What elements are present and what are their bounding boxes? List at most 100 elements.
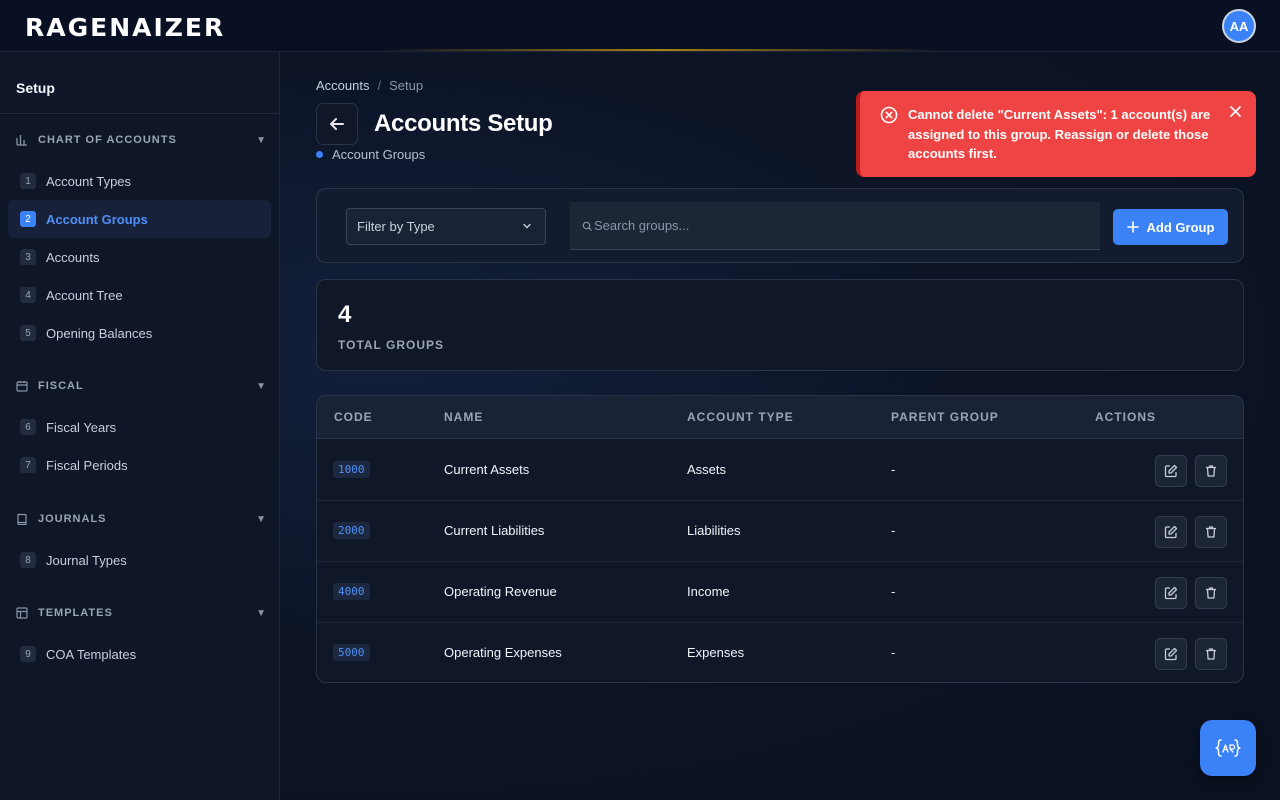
- row-parent-group: -: [891, 584, 896, 599]
- edit-button[interactable]: [1155, 577, 1187, 609]
- subtitle-label: Account Groups: [332, 147, 426, 162]
- trash-icon: [1206, 526, 1216, 538]
- edit-button[interactable]: [1155, 516, 1187, 548]
- row-name: Operating Expenses: [444, 645, 562, 660]
- page-title: Accounts Setup: [374, 110, 553, 137]
- error-toast: Cannot delete "Current Assets": 1 accoun…: [856, 91, 1256, 177]
- table-row[interactable]: 5000 Operating Expenses Expenses -: [317, 623, 1243, 682]
- section-templates[interactable]: TEMPLATES ▼: [16, 604, 266, 622]
- delete-button[interactable]: [1195, 577, 1227, 609]
- row-parent-group: -: [891, 645, 896, 660]
- toast-message: Cannot delete "Current Assets": 1 accoun…: [908, 107, 1211, 161]
- nav-number: 2: [20, 211, 36, 227]
- column-header-account-type[interactable]: ACCOUNT TYPE: [687, 410, 794, 424]
- breadcrumb-item-accounts[interactable]: Accounts: [316, 78, 369, 93]
- nav-number: 3: [20, 249, 36, 265]
- nav-label: Account Groups: [46, 211, 148, 227]
- trash-icon: [1206, 648, 1216, 660]
- header-glow: [380, 49, 940, 51]
- column-header-parent-group[interactable]: PARENT GROUP: [891, 410, 999, 424]
- chevron-down-icon[interactable]: ▼: [256, 135, 266, 146]
- sidebar-item-fiscal-years[interactable]: 6 Fiscal Years: [8, 408, 271, 446]
- filter-select-label: Filter by Type: [357, 219, 435, 234]
- sidebar-item-coa-templates[interactable]: 9 COA Templates: [8, 635, 271, 673]
- sidebar-item-account-types[interactable]: 1 Account Types: [8, 162, 271, 200]
- chevron-down-icon[interactable]: ▼: [256, 514, 266, 525]
- plus-icon: [1126, 221, 1139, 233]
- table-icon: [16, 607, 28, 619]
- app-logo[interactable]: RAGENAIZER: [25, 13, 225, 42]
- ai-assistant-button[interactable]: [1200, 720, 1256, 776]
- total-groups-card: 4 TOTAL GROUPS: [316, 279, 1244, 371]
- column-header-actions: ACTIONS: [1095, 410, 1156, 424]
- total-groups-label: TOTAL GROUPS: [338, 338, 445, 352]
- status-dot: [316, 151, 323, 158]
- edit-button[interactable]: [1155, 638, 1187, 670]
- sidebar-item-account-groups[interactable]: 2 Account Groups: [8, 200, 271, 238]
- chevron-down-icon[interactable]: ▼: [256, 608, 266, 619]
- delete-button[interactable]: [1195, 638, 1227, 670]
- sidebar-item-journal-types[interactable]: 8 Journal Types: [8, 541, 271, 579]
- calendar-icon: [16, 380, 28, 392]
- code-badge: 2000: [333, 522, 370, 539]
- top-bar: RAGENAIZER AA: [0, 0, 1280, 52]
- table-row[interactable]: 2000 Current Liabilities Liabilities -: [317, 501, 1243, 562]
- nav-label: Journal Types: [46, 552, 127, 568]
- nav-number: 7: [20, 457, 36, 473]
- search-input[interactable]: Search groups...: [570, 202, 1100, 250]
- nav-label: Accounts: [46, 249, 100, 265]
- delete-button[interactable]: [1195, 455, 1227, 487]
- sidebar-item-accounts[interactable]: 3 Accounts: [8, 238, 271, 276]
- section-chart-of-accounts[interactable]: CHART OF ACCOUNTS ▼: [16, 131, 266, 149]
- error-circle-icon: [880, 106, 898, 124]
- chevron-down-icon[interactable]: ▼: [256, 381, 266, 392]
- section-fiscal[interactable]: FISCAL ▼: [16, 377, 266, 395]
- close-icon[interactable]: [1230, 106, 1241, 117]
- sidebar-item-account-tree[interactable]: 4 Account Tree: [8, 276, 271, 314]
- nav-label: Fiscal Years: [46, 419, 117, 435]
- column-header-code[interactable]: CODE: [334, 410, 373, 424]
- section-journals[interactable]: JOURNALS ▼: [16, 510, 266, 528]
- table-row[interactable]: 1000 Current Assets Assets -: [317, 440, 1243, 501]
- page-subtitle: Account Groups: [316, 147, 425, 162]
- nav-label: Account Types: [46, 173, 132, 189]
- user-avatar[interactable]: AA: [1222, 9, 1256, 43]
- section-label: JOURNALS: [38, 513, 107, 525]
- back-button[interactable]: [316, 103, 358, 145]
- add-group-button[interactable]: Add Group: [1113, 209, 1228, 245]
- nav-label: Account Tree: [46, 287, 123, 303]
- account-groups-table: CODE NAME ACCOUNT TYPE PARENT GROUP ACTI…: [316, 395, 1244, 683]
- sidebar-title: Setup: [16, 80, 55, 96]
- edit-icon: [1164, 464, 1178, 478]
- table-header: CODE NAME ACCOUNT TYPE PARENT GROUP ACTI…: [317, 396, 1243, 439]
- row-account-type: Assets: [687, 462, 727, 477]
- bar-chart-icon: [16, 134, 28, 146]
- sidebar-divider: [0, 113, 279, 114]
- row-parent-group: -: [891, 462, 896, 477]
- trash-icon: [1206, 587, 1216, 599]
- search-placeholder: Search groups...: [594, 218, 690, 233]
- row-name: Operating Revenue: [444, 584, 557, 599]
- edit-button[interactable]: [1155, 455, 1187, 487]
- table-row[interactable]: 4000 Operating Revenue Income -: [317, 562, 1243, 623]
- ai-assistant-icon: [1215, 737, 1241, 759]
- column-header-name[interactable]: NAME: [444, 410, 483, 424]
- row-name: Current Liabilities: [444, 523, 545, 538]
- row-account-type: Income: [687, 584, 730, 599]
- sidebar-item-opening-balances[interactable]: 5 Opening Balances: [8, 314, 271, 352]
- sidebar-item-fiscal-periods[interactable]: 7 Fiscal Periods: [8, 446, 271, 484]
- trash-icon: [1206, 465, 1216, 477]
- sidebar: Setup CHART OF ACCOUNTS ▼ 1 Account Type…: [0, 52, 280, 800]
- nav-label: COA Templates: [46, 646, 137, 662]
- section-label: TEMPLATES: [38, 607, 113, 619]
- chevron-down-icon: [521, 220, 533, 232]
- nav-label: Fiscal Periods: [46, 457, 128, 473]
- total-groups-value: 4: [338, 301, 352, 328]
- add-group-label: Add Group: [1146, 219, 1215, 235]
- section-label: FISCAL: [38, 380, 84, 392]
- delete-button[interactable]: [1195, 516, 1227, 548]
- edit-icon: [1164, 525, 1178, 539]
- filter-type-select[interactable]: Filter by Type: [346, 208, 546, 245]
- arrow-left-icon: [329, 116, 345, 132]
- breadcrumb-item-setup: Setup: [389, 78, 424, 93]
